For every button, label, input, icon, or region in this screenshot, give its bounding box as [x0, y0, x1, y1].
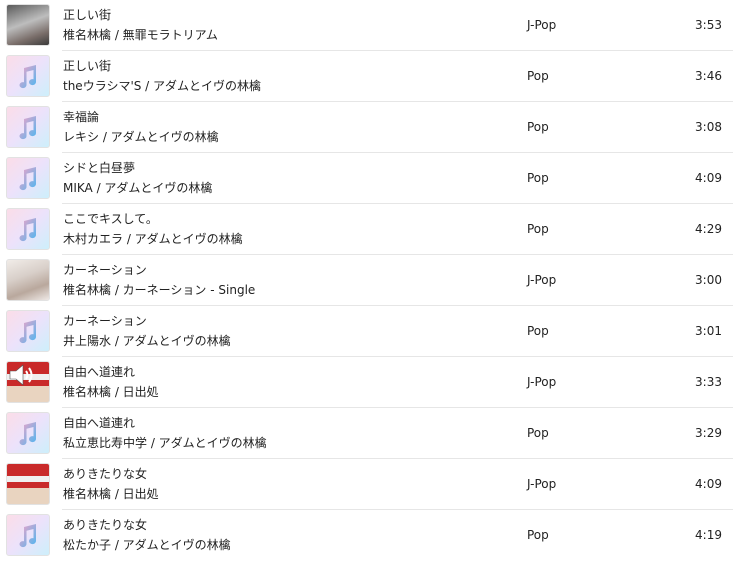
song-genre: J-Pop — [527, 375, 557, 389]
song-artist-album: 井上陽水 / アダムとイヴの林檎 — [63, 334, 231, 348]
song-row[interactable]: ありきたりな女 松たか子 / アダムとイヴの林檎 Pop 4:19 — [0, 510, 737, 561]
song-duration: 3:00 — [695, 273, 722, 287]
song-title: ありきたりな女 — [63, 518, 148, 532]
song-row[interactable]: カーネーション 椎名林檎 / カーネーション - Single J-Pop 3:… — [0, 255, 737, 306]
song-artist-album: 私立恵比寿中学 / アダムとイヴの林檎 — [63, 436, 267, 450]
album-artwork — [6, 463, 50, 505]
song-title: カーネーション — [63, 263, 147, 277]
song-artist-album: 松たか子 / アダムとイヴの林檎 — [63, 538, 231, 552]
speaker-icon — [9, 364, 33, 386]
album-artwork — [6, 361, 50, 403]
song-list: 正しい街 椎名林檎 / 無罪モラトリアム J-Pop 3:53 正しい街 the… — [0, 0, 737, 561]
song-title: ここでキスして。 — [63, 212, 158, 226]
song-genre: J-Pop — [527, 477, 557, 491]
music-note-icon — [6, 310, 50, 352]
song-artist-album: 椎名林檎 / 無罪モラトリアム — [63, 28, 218, 42]
music-note-icon — [6, 412, 50, 454]
song-genre: Pop — [527, 120, 549, 134]
song-row-now-playing[interactable]: 自由へ道連れ 椎名林檎 / 日出処 J-Pop 3:33 — [0, 357, 737, 408]
song-genre: Pop — [527, 69, 549, 83]
song-row[interactable]: シドと白昼夢 MIKA / アダムとイヴの林檎 Pop 4:09 — [0, 153, 737, 204]
song-title: 幸福論 — [63, 110, 100, 124]
music-note-icon — [6, 514, 50, 556]
song-title: シドと白昼夢 — [63, 161, 136, 175]
song-duration: 3:29 — [695, 426, 722, 440]
music-note-icon — [6, 55, 50, 97]
song-artist-album: レキシ / アダムとイヴの林檎 — [63, 130, 219, 144]
song-duration: 3:01 — [695, 324, 722, 338]
song-title: 正しい街 — [63, 8, 112, 22]
song-row[interactable]: 自由へ道連れ 私立恵比寿中学 / アダムとイヴの林檎 Pop 3:29 — [0, 408, 737, 459]
song-title: カーネーション — [63, 314, 147, 328]
song-genre: Pop — [527, 426, 549, 440]
song-duration: 4:09 — [695, 477, 722, 491]
song-genre: Pop — [527, 528, 549, 542]
song-row[interactable]: ここでキスして。 木村カエラ / アダムとイヴの林檎 Pop 4:29 — [0, 204, 737, 255]
song-artist-album: 椎名林檎 / 日出処 — [63, 385, 159, 399]
song-duration: 3:33 — [695, 375, 722, 389]
song-genre: Pop — [527, 324, 549, 338]
song-row[interactable]: カーネーション 井上陽水 / アダムとイヴの林檎 Pop 3:01 — [0, 306, 737, 357]
song-artist-album: 木村カエラ / アダムとイヴの林檎 — [63, 232, 243, 246]
song-row[interactable]: 正しい街 椎名林檎 / 無罪モラトリアム J-Pop 3:53 — [0, 0, 737, 51]
music-note-icon — [6, 157, 50, 199]
song-artist-album: theウラシマ'S / アダムとイヴの林檎 — [63, 79, 262, 93]
song-row[interactable]: 正しい街 theウラシマ'S / アダムとイヴの林檎 Pop 3:46 — [0, 51, 737, 102]
song-title: 自由へ道連れ — [63, 416, 136, 430]
song-artist-album: 椎名林檎 / カーネーション - Single — [63, 283, 256, 297]
song-genre: J-Pop — [527, 273, 557, 287]
song-title: 正しい街 — [63, 59, 112, 73]
song-genre: J-Pop — [527, 18, 557, 32]
song-row[interactable]: ありきたりな女 椎名林檎 / 日出処 J-Pop 4:09 — [0, 459, 737, 510]
song-title: 自由へ道連れ — [63, 365, 136, 379]
album-artwork — [6, 4, 50, 46]
song-duration: 3:08 — [695, 120, 722, 134]
song-duration: 4:29 — [695, 222, 722, 236]
music-note-icon — [6, 106, 50, 148]
song-genre: Pop — [527, 171, 549, 185]
song-duration: 4:09 — [695, 171, 722, 185]
song-duration: 3:46 — [695, 69, 722, 83]
song-artist-album: 椎名林檎 / 日出処 — [63, 487, 159, 501]
song-duration: 4:19 — [695, 528, 722, 542]
song-title: ありきたりな女 — [63, 467, 148, 481]
album-artwork — [6, 259, 50, 301]
song-genre: Pop — [527, 222, 549, 236]
song-row[interactable]: 幸福論 レキシ / アダムとイヴの林檎 Pop 3:08 — [0, 102, 737, 153]
song-duration: 3:53 — [695, 18, 722, 32]
music-note-icon — [6, 208, 50, 250]
song-artist-album: MIKA / アダムとイヴの林檎 — [63, 181, 213, 195]
